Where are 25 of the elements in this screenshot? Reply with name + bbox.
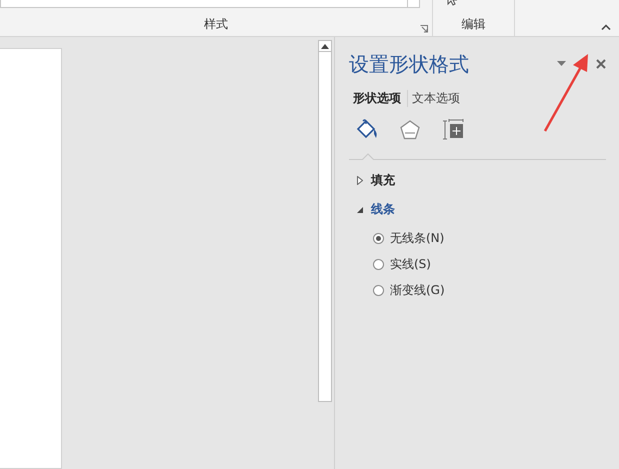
options-tab[interactable]: 文本选项 <box>408 90 466 107</box>
radio-label[interactable]: 实线(S) <box>390 256 431 273</box>
radio-button[interactable] <box>373 233 384 244</box>
collapse-ribbon-icon[interactable] <box>601 24 611 30</box>
group-label: 样式 <box>204 16 228 33</box>
scroll-up-button[interactable] <box>318 40 332 52</box>
radio-button[interactable] <box>373 285 384 296</box>
up-arrow-icon <box>321 44 329 48</box>
options-tab[interactable]: 形状选项 <box>349 90 408 107</box>
dropdown-caret-icon[interactable] <box>557 61 566 66</box>
dialog-launcher-icon[interactable] <box>420 25 428 33</box>
panel-title: 设置形状格式 <box>349 51 470 78</box>
radio-button[interactable] <box>373 259 384 270</box>
radio-label[interactable]: 无线条(N) <box>390 230 444 247</box>
size-position-icon[interactable] <box>441 119 465 141</box>
close-icon[interactable] <box>596 58 606 68</box>
section-header[interactable]: 填充 <box>371 172 395 189</box>
paint-bucket-icon[interactable] <box>355 119 379 141</box>
radio-label[interactable]: 渐变线(G) <box>390 282 445 299</box>
group-label: 编辑 <box>462 16 486 33</box>
collapse-triangle-icon[interactable] <box>357 206 363 212</box>
expand-triangle-icon[interactable] <box>357 176 363 185</box>
pentagon-icon[interactable] <box>399 119 421 141</box>
section-header[interactable]: 线条 <box>371 201 395 218</box>
scrollbar-thumb[interactable] <box>318 52 332 402</box>
